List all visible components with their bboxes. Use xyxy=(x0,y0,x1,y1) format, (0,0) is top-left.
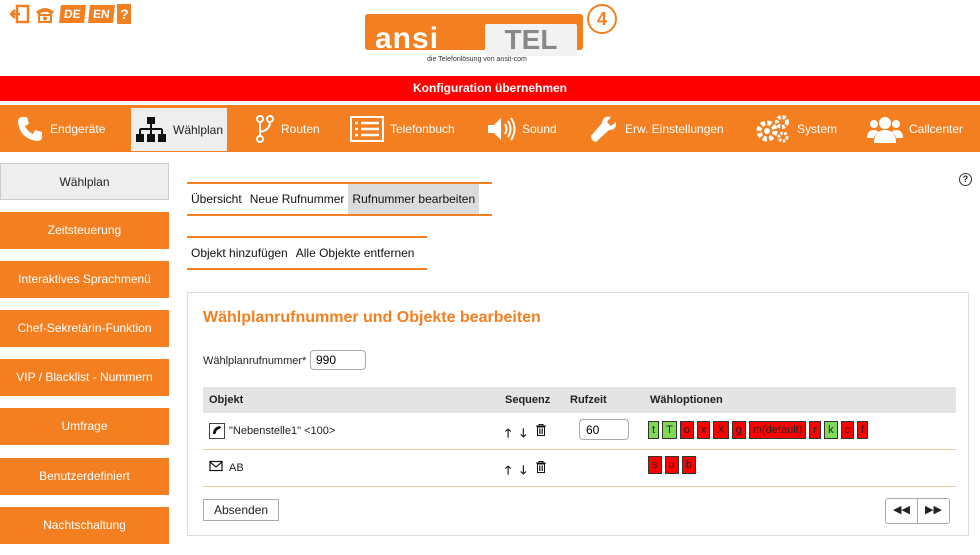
dial-options: t T o x X g m(default) r k c f xyxy=(648,421,869,439)
tab-rufnummer-bearbeiten[interactable]: Rufnummer bearbeiten xyxy=(348,184,480,214)
nav-label: Erw. Einstellungen xyxy=(625,121,724,136)
top-toolbar: DE EN ? xyxy=(10,4,132,24)
route-icon xyxy=(256,114,274,143)
phone-handset-icon xyxy=(209,423,225,439)
move-down-icon[interactable]: 🡓 xyxy=(520,461,526,482)
sidebar-item-benutzerdefiniert[interactable]: Benutzerdefiniert xyxy=(0,458,169,495)
move-down-icon[interactable]: 🡓 xyxy=(520,424,526,445)
dial-option[interactable]: r xyxy=(809,421,822,439)
users-icon xyxy=(867,116,903,143)
nav-erw-einstellungen[interactable]: Erw. Einstellungen xyxy=(589,105,724,152)
main-nav: Endgeräte Wählplan Routen Telefonbuch So… xyxy=(0,105,980,152)
phone-icon xyxy=(18,116,42,141)
sidebar-item-vip-blacklist[interactable]: VIP / Blacklist - Nummern xyxy=(0,359,169,396)
col-sequenz: Sequenz xyxy=(505,394,551,406)
dial-options: s u b xyxy=(648,456,696,474)
sidebar-item-chef-sekretaerin[interactable]: Chef-Sekretärin-Funktion xyxy=(0,310,169,347)
dial-option[interactable]: k xyxy=(824,421,838,439)
dial-option[interactable]: m(default) xyxy=(748,421,807,439)
nav-telefonbuch[interactable]: Telefonbuch xyxy=(350,105,455,152)
sequence-controls: 🡑 🡓 xyxy=(505,461,546,482)
tab-uebersicht[interactable]: Übersicht xyxy=(187,184,246,214)
number-input[interactable] xyxy=(310,350,366,370)
trash-icon[interactable] xyxy=(535,424,546,445)
nav-endgeraete[interactable]: Endgeräte xyxy=(16,105,105,152)
gears-icon xyxy=(756,114,789,142)
lang-de-button[interactable]: DE xyxy=(59,5,86,23)
nav-callcenter[interactable]: Callcenter xyxy=(867,105,963,152)
logout-icon[interactable] xyxy=(10,4,30,24)
dial-option[interactable]: x xyxy=(696,421,711,439)
help-icon[interactable]: ? xyxy=(959,173,972,186)
tab-neue-rufnummer[interactable]: Neue Rufnummer xyxy=(246,184,349,214)
rufzeit-input[interactable] xyxy=(579,419,629,440)
nav-sound[interactable]: Sound xyxy=(486,105,557,152)
apply-config-button[interactable]: Konfiguration übernehmen xyxy=(0,76,980,101)
wrench-icon xyxy=(591,116,617,142)
sidebar-item-zeitsteuerung[interactable]: Zeitsteuerung xyxy=(0,212,169,249)
dial-option[interactable]: T xyxy=(662,421,677,439)
lang-en-button[interactable]: EN xyxy=(87,5,115,23)
dial-option[interactable]: u xyxy=(664,456,679,474)
pager-next-button[interactable]: ▶▶ xyxy=(917,499,949,523)
tab-alle-objekte-entfernen[interactable]: Alle Objekte entfernen xyxy=(292,238,419,268)
sidebar-item-nachtschaltung[interactable]: Nachtschaltung xyxy=(0,507,169,544)
list-icon xyxy=(350,115,384,142)
nav-label: System xyxy=(797,121,838,136)
logo-version: 4 xyxy=(587,4,617,34)
nav-routen[interactable]: Routen xyxy=(255,105,320,152)
sidebar-item-waehlplan[interactable]: Wählplan xyxy=(0,163,169,200)
logo-tel: TEL xyxy=(485,24,577,56)
dial-option[interactable]: g xyxy=(731,421,746,439)
nav-label: Endgeräte xyxy=(50,121,106,136)
table-row: "Nebenstelle1" <100> 🡑 🡓 t T o x X g m(d… xyxy=(203,413,956,450)
pager-prev-button[interactable]: ◀◀ xyxy=(886,499,917,523)
nav-label: Callcenter xyxy=(909,121,964,136)
table-row: AB 🡑 🡓 s u b xyxy=(203,450,956,487)
tabs-objects: Objekt hinzufügen Alle Objekte entfernen xyxy=(187,236,427,270)
hierarchy-icon xyxy=(136,116,166,142)
dial-option[interactable]: b xyxy=(681,456,696,474)
dial-option[interactable]: c xyxy=(840,421,855,439)
pager: ◀◀ ▶▶ xyxy=(885,498,950,524)
logo-subline: die Telefonlösung von ansit-com xyxy=(427,56,527,63)
submit-button[interactable]: Absenden xyxy=(203,499,280,521)
sequence-controls: 🡑 🡓 xyxy=(505,424,546,445)
panel-title: Wählplanrufnummer und Objekte bearbeiten xyxy=(203,309,541,326)
col-rufzeit: Rufzeit xyxy=(570,394,607,406)
move-up-icon[interactable]: 🡑 xyxy=(505,461,511,482)
trash-icon[interactable] xyxy=(535,461,546,482)
envelope-icon xyxy=(209,460,223,474)
help-button[interactable]: ? xyxy=(117,4,132,24)
ansitel-logo: ansi TEL 4 die Telefonlösung von ansit-c… xyxy=(365,4,620,68)
sidebar-item-sprachmenue[interactable]: Interaktives Sprachmenü xyxy=(0,261,169,298)
dial-option[interactable]: t xyxy=(648,421,660,439)
number-label: Wählplanrufnummer* xyxy=(203,355,307,367)
dial-option[interactable]: f xyxy=(857,421,869,439)
row-object-name: AB xyxy=(229,462,244,474)
move-up-icon[interactable]: 🡑 xyxy=(505,424,511,445)
nav-system[interactable]: System xyxy=(755,105,837,152)
phone-status-icon[interactable] xyxy=(34,4,56,24)
sidebar-item-umfrage[interactable]: Umfrage xyxy=(0,408,169,445)
tab-objekt-hinzufuegen[interactable]: Objekt hinzufügen xyxy=(187,238,292,268)
nav-label: Wählplan xyxy=(173,122,224,137)
row-object-name: "Nebenstelle1" <100> xyxy=(229,425,336,437)
dial-option[interactable]: s xyxy=(648,456,662,474)
table-header: Objekt Sequenz Rufzeit Wähloptionen xyxy=(203,387,956,413)
dial-option[interactable]: o xyxy=(679,421,694,439)
nav-waehlplan[interactable]: Wählplan xyxy=(131,108,228,151)
dial-option[interactable]: X xyxy=(713,421,729,439)
nav-label: Telefonbuch xyxy=(390,121,455,136)
logo-ansi: ansi xyxy=(375,22,440,55)
col-wahloptionen: Wähloptionen xyxy=(650,394,723,406)
logo-bar: ansi TEL xyxy=(365,14,583,56)
speaker-icon xyxy=(488,116,516,141)
edit-panel: Wählplanrufnummer und Objekte bearbeiten… xyxy=(187,292,969,536)
nav-label: Routen xyxy=(281,121,320,136)
col-objekt: Objekt xyxy=(209,394,244,406)
nav-label: Sound xyxy=(522,121,557,136)
tabs-main: Übersicht Neue Rufnummer Rufnummer bearb… xyxy=(187,182,492,216)
